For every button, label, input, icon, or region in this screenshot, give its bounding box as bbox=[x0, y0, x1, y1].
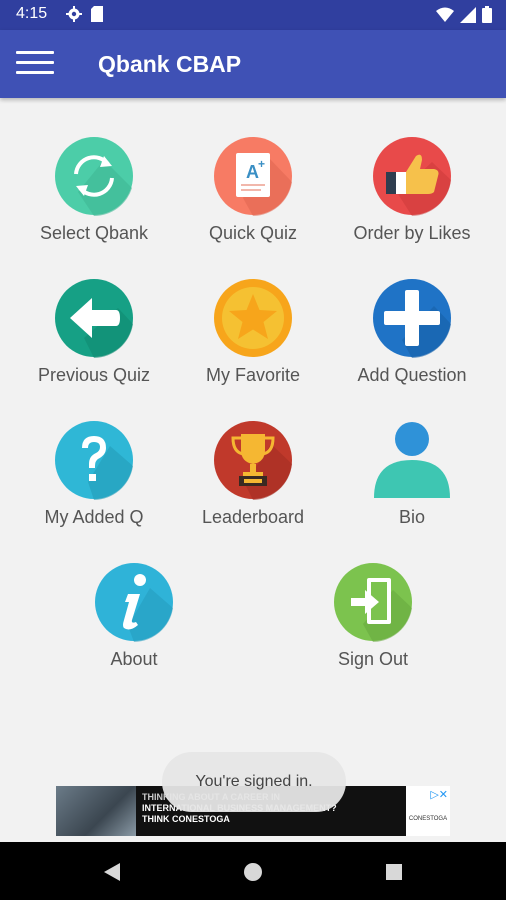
my-favorite-label: My Favorite bbox=[205, 365, 301, 385]
sign-out-button[interactable]: Sign Out bbox=[298, 562, 448, 682]
toast-message: You're signed in. bbox=[162, 752, 346, 812]
sign-out-icon bbox=[334, 563, 412, 642]
cell-signal-icon bbox=[460, 6, 476, 28]
select-qbank-label: Select Qbank bbox=[39, 223, 149, 243]
status-bar: 4:15 bbox=[0, 0, 506, 30]
about-label: About bbox=[110, 649, 158, 669]
home-icon[interactable] bbox=[241, 860, 265, 884]
order-by-likes-label: Order by Likes bbox=[353, 223, 471, 243]
hamburger-menu-icon[interactable] bbox=[16, 51, 54, 77]
my-added-q-button[interactable]: My Added Q bbox=[19, 420, 169, 540]
bio-button[interactable]: Bio bbox=[337, 420, 487, 540]
about-button[interactable]: About bbox=[59, 562, 209, 682]
leaderboard-label: Leaderboard bbox=[201, 507, 305, 527]
trophy-icon bbox=[214, 421, 292, 500]
select-qbank-button[interactable]: Select Qbank bbox=[19, 136, 169, 256]
status-time: 4:15 bbox=[16, 5, 48, 22]
add-question-label: Add Question bbox=[357, 365, 467, 385]
back-icon[interactable] bbox=[100, 860, 124, 884]
battery-icon bbox=[482, 6, 492, 28]
my-added-q-label: My Added Q bbox=[44, 507, 144, 527]
thumbs-up-icon bbox=[373, 137, 451, 216]
previous-quiz-button[interactable]: Previous Quiz bbox=[19, 278, 169, 398]
star-icon bbox=[214, 279, 292, 357]
previous-quiz-label: Previous Quiz bbox=[37, 365, 151, 385]
wifi-icon bbox=[436, 7, 454, 28]
a-plus-document-icon: A + bbox=[214, 137, 292, 216]
recents-icon[interactable] bbox=[382, 860, 406, 884]
back-arrow-icon bbox=[55, 279, 133, 358]
order-by-likes-button[interactable]: Order by Likes bbox=[337, 136, 487, 256]
bio-label: Bio bbox=[398, 507, 425, 527]
ad-photo bbox=[56, 786, 136, 836]
ad-choices-icon[interactable]: ▷✕ bbox=[430, 788, 448, 801]
add-question-button[interactable]: Add Question bbox=[337, 278, 487, 398]
settings-icon bbox=[66, 6, 82, 27]
system-nav-bar bbox=[0, 842, 506, 900]
quick-quiz-button[interactable]: A + Quick Quiz bbox=[178, 136, 328, 256]
info-icon bbox=[95, 563, 173, 642]
question-icon bbox=[55, 421, 133, 500]
app-bar: Qbank CBAP bbox=[0, 30, 506, 98]
sync-icon bbox=[55, 137, 133, 216]
app-title: Qbank CBAP bbox=[98, 51, 242, 77]
quick-quiz-label: Quick Quiz bbox=[208, 223, 298, 243]
leaderboard-button[interactable]: Leaderboard bbox=[178, 420, 328, 540]
sign-out-label: Sign Out bbox=[337, 649, 409, 669]
sd-card-icon bbox=[90, 6, 104, 27]
person-icon bbox=[374, 422, 450, 498]
plus-icon bbox=[373, 279, 451, 358]
svg-text:+: + bbox=[258, 157, 265, 171]
my-favorite-button[interactable]: My Favorite bbox=[178, 278, 328, 398]
